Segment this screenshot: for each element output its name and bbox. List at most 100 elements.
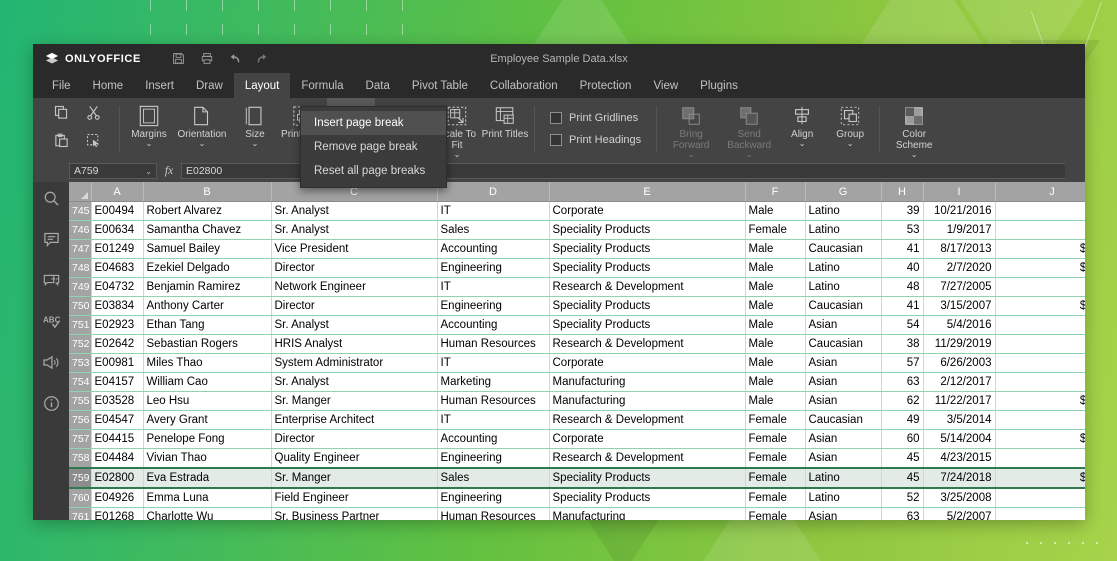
orientation-button[interactable]: Orientation ⌄ <box>173 98 231 160</box>
row-header[interactable]: 753 <box>69 353 92 373</box>
cell-department[interactable]: Accounting <box>437 429 550 449</box>
column-header-a[interactable]: A <box>91 182 144 202</box>
cell-salary[interactable]: $148 <box>995 467 1085 489</box>
cell-job-title[interactable]: Sr. Analyst <box>271 315 438 335</box>
cell-ethnicity[interactable]: Caucasian <box>805 296 882 316</box>
chevron-down-icon[interactable]: ⌄ <box>145 167 152 176</box>
cell-department[interactable]: Accounting <box>437 315 550 335</box>
table-row[interactable]: 750 E03834 Anthony Carter Director Engineeri… <box>69 296 1085 316</box>
cell-name[interactable]: Sebastian Rogers <box>143 334 272 354</box>
cell-ethnicity[interactable]: Latino <box>805 220 882 240</box>
cell-salary[interactable]: $186 <box>995 429 1085 449</box>
column-header-h[interactable]: H <box>881 182 924 202</box>
cell-age[interactable]: 63 <box>881 372 924 392</box>
cell-employee-id[interactable]: E04484 <box>91 448 144 469</box>
print-headings-row[interactable]: Print Headings <box>550 134 641 146</box>
select-all-icon[interactable] <box>86 133 101 153</box>
cell-department[interactable]: Engineering <box>437 258 550 278</box>
table-row[interactable]: 749 E04732 Benjamin Ramirez Network Enginee… <box>69 277 1085 297</box>
copy-icon[interactable] <box>54 105 69 125</box>
cell-employee-id[interactable]: E00494 <box>91 201 144 221</box>
cell-name[interactable]: Anthony Carter <box>143 296 272 316</box>
cell-business-unit[interactable]: Speciality Products <box>548 296 746 316</box>
tab-view[interactable]: View <box>642 73 689 98</box>
cell-ethnicity[interactable]: Caucasian <box>805 334 882 354</box>
cell-ethnicity[interactable]: Asian <box>805 448 882 469</box>
cell-job-title[interactable]: Quality Engineer <box>271 448 438 469</box>
column-header-j[interactable]: J <box>995 182 1085 202</box>
cell-department[interactable]: Accounting <box>437 239 550 259</box>
cell-age[interactable]: 41 <box>881 296 924 316</box>
table-row[interactable]: 746 E00634 Samantha Chavez Sr. Analyst Sales… <box>69 220 1085 240</box>
row-header[interactable]: 760 <box>69 488 92 508</box>
cell-hire-date[interactable]: 11/29/2019 <box>923 334 996 354</box>
margins-button[interactable]: Margins ⌄ <box>125 98 173 160</box>
cell-hire-date[interactable]: 11/22/2017 <box>923 391 996 411</box>
cell-employee-id[interactable]: E04157 <box>91 372 144 392</box>
cell-hire-date[interactable]: 5/14/2004 <box>923 429 996 449</box>
row-header[interactable]: 745 <box>69 201 92 221</box>
table-row[interactable]: 760 E04926 Emma Luna Field Engineer Engineer… <box>69 488 1085 508</box>
table-row[interactable]: 745 E00494 Robert Alvarez Sr. Analyst IT Corp… <box>69 201 1085 221</box>
tab-protection[interactable]: Protection <box>569 73 643 98</box>
feedback-icon[interactable] <box>42 354 60 376</box>
cell-department[interactable]: IT <box>437 410 550 430</box>
cell-department[interactable]: Sales <box>437 220 550 240</box>
cell-business-unit[interactable]: Corporate <box>548 429 746 449</box>
cell-age[interactable]: 40 <box>881 258 924 278</box>
cell-salary[interactable]: $93 <box>995 315 1085 335</box>
cell-salary[interactable]: $60 <box>995 448 1085 469</box>
chat-icon[interactable] <box>43 272 60 294</box>
cell-department[interactable]: Human Resources <box>437 391 550 411</box>
cell-employee-id[interactable]: E02642 <box>91 334 144 354</box>
tab-collaboration[interactable]: Collaboration <box>479 73 569 98</box>
align-button[interactable]: Align ⌄ <box>778 98 826 160</box>
cell-hire-date[interactable]: 7/27/2005 <box>923 277 996 297</box>
cell-business-unit[interactable]: Research & Development <box>548 410 746 430</box>
cell-salary[interactable]: $69 <box>995 334 1085 354</box>
cell-business-unit[interactable]: Manufacturing <box>548 372 746 392</box>
print-icon[interactable] <box>193 44 221 73</box>
cell-age[interactable]: 62 <box>881 391 924 411</box>
cell-job-title[interactable]: Director <box>271 429 438 449</box>
cell-employee-id[interactable]: E04547 <box>91 410 144 430</box>
row-header[interactable]: 756 <box>69 410 92 430</box>
paste-icon[interactable] <box>54 133 69 153</box>
cell-name[interactable]: Emma Luna <box>143 488 272 508</box>
cell-job-title[interactable]: System Administrator <box>271 353 438 373</box>
name-box[interactable]: A759 ⌄ <box>69 163 157 179</box>
cell-business-unit[interactable]: Speciality Products <box>548 258 746 278</box>
menu-item-insert-page-break[interactable]: Insert page break <box>301 111 446 135</box>
cell-job-title[interactable]: Enterprise Architect <box>271 410 438 430</box>
insert-function-icon[interactable]: fx <box>157 165 181 177</box>
cell-age[interactable]: 38 <box>881 334 924 354</box>
cell-department[interactable]: IT <box>437 201 550 221</box>
cell-ethnicity[interactable]: Asian <box>805 315 882 335</box>
cell-ethnicity[interactable]: Latino <box>805 258 882 278</box>
tab-formula[interactable]: Formula <box>290 73 354 98</box>
spellcheck-icon[interactable]: ABC <box>42 313 61 335</box>
cell-salary[interactable]: $63 <box>995 353 1085 373</box>
row-header[interactable]: 747 <box>69 239 92 259</box>
cell-name[interactable]: William Cao <box>143 372 272 392</box>
cell-business-unit[interactable]: Corporate <box>548 353 746 373</box>
cell-employee-id[interactable]: E03834 <box>91 296 144 316</box>
cell-employee-id[interactable]: E04683 <box>91 258 144 278</box>
search-icon[interactable] <box>43 190 60 212</box>
cell-gender[interactable]: Female <box>745 220 806 240</box>
cell-gender[interactable]: Female <box>745 488 806 508</box>
cell-hire-date[interactable]: 2/12/2017 <box>923 372 996 392</box>
column-header-i[interactable]: I <box>923 182 996 202</box>
column-header-f[interactable]: F <box>745 182 806 202</box>
cell-gender[interactable]: Male <box>745 353 806 373</box>
cell-gender[interactable]: Male <box>745 239 806 259</box>
cell-job-title[interactable]: Field Engineer <box>271 488 438 508</box>
menu-item-reset-all-page-breaks[interactable]: Reset all page breaks <box>301 159 446 183</box>
cell-age[interactable]: 45 <box>881 448 924 469</box>
spreadsheet-grid[interactable]: A B C D E F G H I J 745 E00494 Robert Alva… <box>69 182 1085 520</box>
table-row[interactable]: 756 E04547 Avery Grant Enterprise Architect… <box>69 410 1085 430</box>
cell-name[interactable]: Ethan Tang <box>143 315 272 335</box>
tab-file[interactable]: File <box>41 73 82 98</box>
row-header[interactable]: 750 <box>69 296 92 316</box>
tab-draw[interactable]: Draw <box>185 73 234 98</box>
